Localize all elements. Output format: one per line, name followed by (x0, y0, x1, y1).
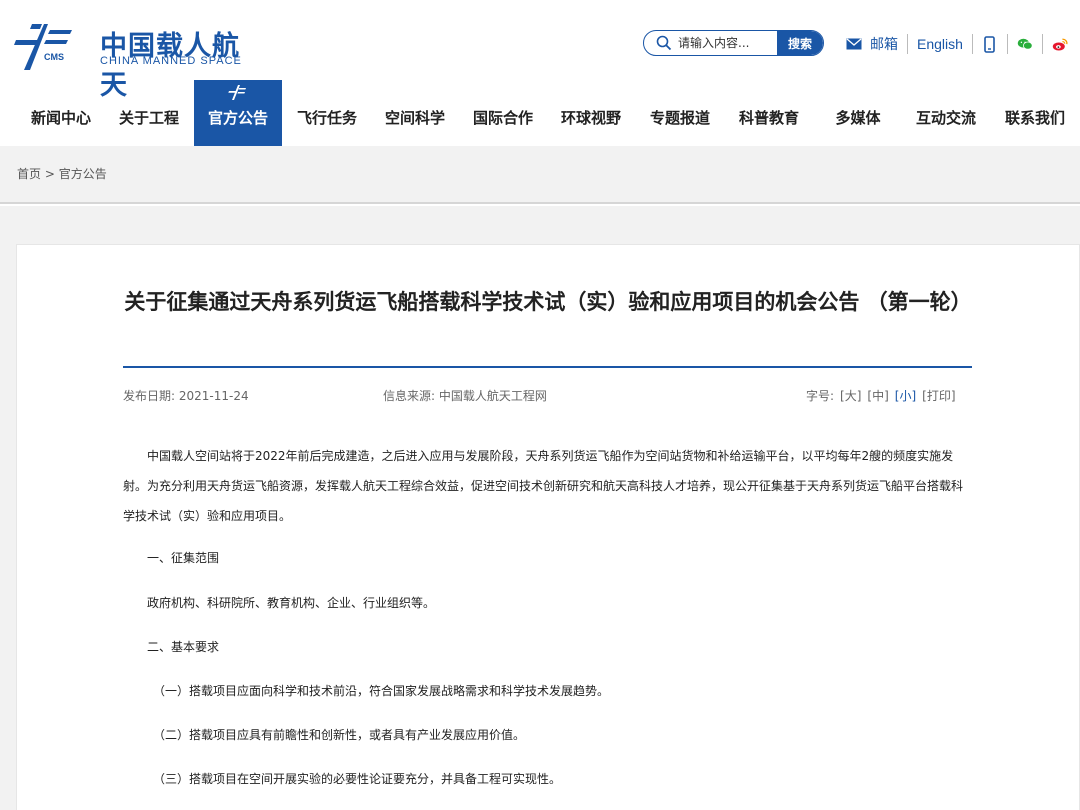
nav-item-global-view[interactable]: 环球视野 (548, 80, 634, 146)
search-box: 搜索 (643, 30, 824, 56)
search-input[interactable] (678, 31, 778, 55)
wechat-icon[interactable] (1017, 35, 1033, 53)
site-header: CMS 中国载人航天 CHINA MANNED SPACE 搜索 邮箱 Engl… (0, 0, 1080, 101)
nav-label: 关于工程 (118, 109, 179, 127)
nav-item-about[interactable]: 关于工程 (106, 80, 192, 146)
divider (1041, 34, 1043, 54)
nav-label: 科普教育 (738, 109, 799, 127)
font-size-medium[interactable]: [中] (867, 387, 888, 404)
weibo-icon[interactable] (1052, 35, 1068, 53)
breadcrumb-home[interactable]: 首页 (17, 167, 41, 181)
logo-english-name: CHINA MANNED SPACE (100, 55, 242, 67)
intro-paragraph-line: 学技术试（实）验和应用项目。 (123, 509, 292, 523)
breadcrumb-current[interactable]: 官方公告 (59, 167, 107, 181)
section-paragraph: 政府机构、科研院所、教育机构、企业、行业组织等。 (147, 596, 436, 610)
requirement-item: （二）搭载项目应具有前瞻性和创新性，或者具有产业发展应用价值。 (153, 728, 526, 742)
mail-label: 邮箱 (870, 37, 898, 53)
nav-label: 国际合作 (472, 109, 533, 127)
english-link[interactable]: English (917, 36, 963, 52)
nav-item-news[interactable]: 新闻中心 (18, 80, 104, 146)
section-heading: 二、基本要求 (147, 640, 220, 654)
requirement-item: （三）搭载项目在空间开展实验的必要性论证要充分，并具备工程可实现性。 (153, 772, 562, 786)
top-links: 邮箱 English (846, 32, 1068, 56)
print-link[interactable]: [打印] (922, 387, 955, 404)
nav-item-interaction[interactable]: 互动交流 (904, 80, 988, 146)
nav-label: 互动交流 (915, 109, 976, 127)
cms-logo-icon (14, 24, 72, 70)
section-heading: 一、征集范围 (147, 551, 220, 565)
title-divider (123, 366, 972, 368)
nav-item-cooperation[interactable]: 国际合作 (460, 80, 546, 146)
info-source: 信息来源: 中国载人航天工程网 (383, 389, 547, 403)
mail-link[interactable]: 邮箱 (846, 34, 898, 54)
nav-label: 飞行任务 (296, 109, 357, 127)
breadcrumb-bar: 首页 > 官方公告 (0, 146, 1080, 204)
main-nav: 新闻中心 关于工程 官方公告 飞行任务 空间科学 国际合作 环球视野 专题报道 … (0, 80, 1080, 146)
search-button[interactable]: 搜索 (777, 31, 823, 55)
nav-label: 联系我们 (1004, 109, 1065, 127)
nav-item-space-science[interactable]: 空间科学 (372, 80, 458, 146)
nav-label: 专题报道 (649, 109, 710, 127)
nav-item-contact[interactable]: 联系我们 (992, 80, 1078, 146)
requirement-item: （一）搭载项目应面向科学和技术前沿，符合国家发展战略需求和科学技术发展趋势。 (153, 684, 610, 698)
nav-label: 新闻中心 (30, 109, 91, 127)
mail-icon (846, 38, 862, 50)
font-size-label: 字号: (806, 389, 835, 403)
breadcrumb-separator: > (44, 167, 55, 181)
breadcrumb: 首页 > 官方公告 (17, 165, 107, 182)
divider (1006, 34, 1008, 54)
nav-label: 多媒体 (835, 109, 881, 127)
nav-label: 环球视野 (560, 109, 621, 127)
nav-item-missions[interactable]: 飞行任务 (284, 80, 370, 146)
site-logo[interactable]: CMS 中国载人航天 CHINA MANNED SPACE (14, 18, 254, 101)
search-icon (656, 35, 672, 51)
nav-item-education[interactable]: 科普教育 (726, 80, 812, 146)
nav-label: 官方公告 (207, 109, 268, 127)
cms-logo-icon (228, 85, 246, 100)
intro-paragraph-line: 射。为充分利用天舟货运飞船资源，发挥载人航天工程综合效益，促进空间技术创新研究和… (123, 479, 964, 493)
nav-label: 空间科学 (384, 109, 445, 127)
font-size-large[interactable]: [大] (840, 387, 861, 404)
font-size-controls: 字号: [大] [中] [小] [打印] (806, 387, 956, 404)
divider (971, 34, 973, 54)
nav-item-announcements[interactable]: 官方公告 (194, 80, 282, 146)
divider (907, 34, 908, 54)
logo-abbr: CMS (44, 52, 64, 62)
font-size-small[interactable]: [小] (895, 387, 916, 404)
nav-item-multimedia[interactable]: 多媒体 (814, 80, 902, 146)
mobile-icon[interactable] (982, 35, 998, 53)
publish-date: 发布日期: 2021-11-24 (123, 389, 249, 403)
nav-item-special-reports[interactable]: 专题报道 (636, 80, 724, 146)
intro-paragraph-line: 中国载人空间站将于2022年前后完成建造，之后进入应用与发展阶段，天舟系列货运飞… (147, 449, 954, 463)
article-title: 关于征集通过天舟系列货运飞船搭载科学技术试（实）验和应用项目的机会公告 （第一轮… (124, 290, 972, 314)
